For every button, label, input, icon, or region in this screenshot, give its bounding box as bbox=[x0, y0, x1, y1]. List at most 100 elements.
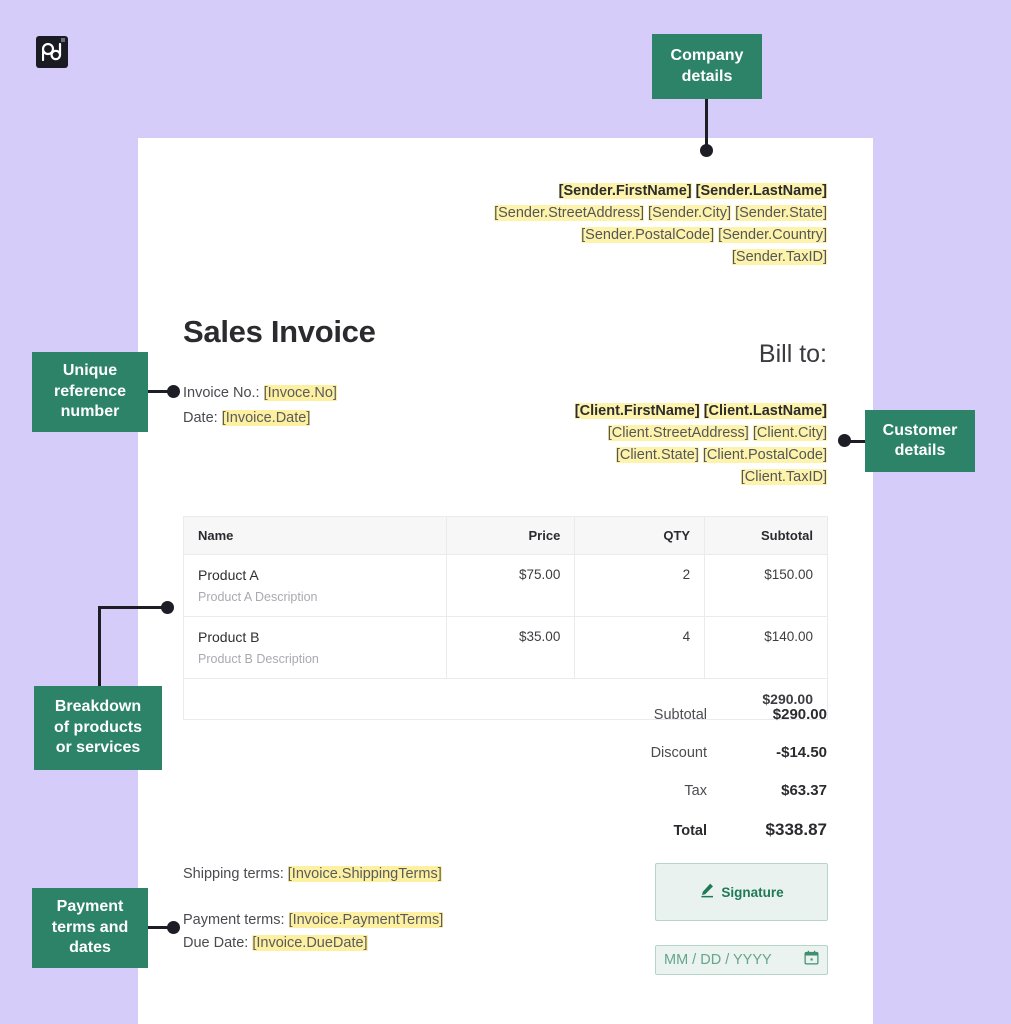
sender-taxid-line: [Sender.TaxID] bbox=[494, 246, 827, 268]
table-header-row: Name Price QTY Subtotal bbox=[183, 516, 828, 555]
sender-details-block: [Sender.FirstName] [Sender.LastName] [Se… bbox=[494, 180, 827, 268]
client-state: [Client.State] bbox=[615, 447, 699, 463]
callout-customer-line2: details bbox=[894, 442, 946, 459]
connector-dot-breakdown bbox=[161, 601, 174, 614]
invoice-annotated-page: [Sender.FirstName] [Sender.LastName] [Se… bbox=[0, 0, 1011, 1024]
callout-unique-reference-number: Unique reference number bbox=[32, 352, 148, 432]
footer-spacer-a bbox=[183, 678, 446, 720]
logo-tm-mark bbox=[61, 38, 65, 42]
cell-product-name: Product A Product A Description bbox=[183, 554, 447, 617]
client-postal-code: [Client.PostalCode] bbox=[702, 447, 827, 463]
pen-icon bbox=[699, 882, 715, 903]
cell-qty: 2 bbox=[574, 554, 706, 617]
cell-subtotal: $140.00 bbox=[704, 616, 828, 679]
payment-terms-block: Payment terms: [Invoice.PaymentTerms] Du… bbox=[183, 909, 444, 955]
sender-city: [Sender.City] bbox=[648, 205, 732, 221]
totals-value-total: $338.87 bbox=[765, 820, 827, 839]
client-tax-id: [Client.TaxID] bbox=[740, 469, 827, 485]
callout-payment-line1: Payment bbox=[56, 898, 124, 916]
callout-customer-details: Customer details bbox=[865, 410, 975, 472]
line-items-table: Name Price QTY Subtotal Product A Produc… bbox=[183, 516, 828, 720]
callout-payment-terms-and-dates: Payment terms and dates bbox=[32, 888, 148, 968]
invoice-meta-block: Invoice No.: [Invoce.No] Date: [Invoice.… bbox=[183, 381, 337, 431]
due-date-label: Due Date: bbox=[183, 934, 249, 951]
pandadoc-logo bbox=[36, 36, 68, 68]
product-name: Product A bbox=[198, 567, 259, 583]
due-date-value: [Invoice.DueDate] bbox=[252, 934, 368, 951]
sender-postal-code: [Sender.PostalCode] bbox=[581, 227, 715, 243]
totals-row-subtotal: Subtotal $290.00 bbox=[507, 706, 827, 723]
client-region-line: [Client.State] [Client.PostalCode] bbox=[575, 444, 827, 466]
date-placeholder: MM / DD / YYYY bbox=[664, 952, 772, 968]
due-date-row: Due Date: [Invoice.DueDate] bbox=[183, 932, 443, 955]
totals-row-tax: Tax $63.37 bbox=[507, 782, 827, 799]
client-address-line: [Client.StreetAddress] [Client.City] bbox=[575, 422, 827, 444]
totals-value-discount: -$14.50 bbox=[776, 744, 827, 761]
sender-tax-id: [Sender.TaxID] bbox=[731, 249, 827, 265]
client-city: [Client.City] bbox=[752, 425, 827, 441]
table-body: Product A Product A Description $75.00 2… bbox=[183, 554, 828, 720]
payment-terms-row: Payment terms: [Invoice.PaymentTerms] bbox=[183, 909, 444, 932]
callout-payment-line2: terms and bbox=[51, 918, 129, 936]
callout-unique-line1: Unique bbox=[62, 362, 118, 380]
page-title: Sales Invoice bbox=[183, 314, 376, 349]
payment-terms-value: [Invoice.PaymentTerms] bbox=[288, 912, 444, 928]
callout-company-line1: Company bbox=[670, 47, 744, 64]
cell-subtotal: $150.00 bbox=[704, 554, 828, 617]
totals-value-tax: $63.37 bbox=[781, 782, 827, 799]
calendar-icon bbox=[804, 950, 819, 970]
sender-state: [Sender.State] bbox=[735, 205, 827, 221]
invoice-date-value: [Invoice.Date] bbox=[221, 410, 311, 426]
totals-label-subtotal: Subtotal bbox=[653, 707, 707, 723]
totals-label-tax: Tax bbox=[684, 783, 707, 799]
table-row: Product A Product A Description $75.00 2… bbox=[183, 554, 828, 617]
invoice-date-label: Date: bbox=[183, 410, 218, 426]
column-header-qty: QTY bbox=[574, 516, 706, 555]
client-details-block: [Client.FirstName] [Client.LastName] [Cl… bbox=[574, 400, 827, 488]
callout-product-breakdown: Breakdown of products or services bbox=[34, 686, 162, 770]
cell-qty: 4 bbox=[574, 616, 706, 679]
shipping-terms-value: [Invoice.ShippingTerms] bbox=[287, 866, 442, 882]
callout-payment-line3: dates bbox=[69, 939, 111, 957]
callout-unique-line2: reference bbox=[53, 382, 127, 400]
table-row: Product B Product B Description $35.00 4… bbox=[183, 616, 828, 679]
totals-value-subtotal: $290.00 bbox=[772, 706, 827, 723]
sender-name-line: [Sender.FirstName] [Sender.LastName] bbox=[494, 180, 827, 202]
invoice-date-row: Date: [Invoice.Date] bbox=[183, 406, 337, 431]
product-description: Product A Description bbox=[198, 590, 318, 604]
totals-label-discount: Discount bbox=[650, 745, 707, 761]
signature-date-field[interactable]: MM / DD / YYYY bbox=[655, 945, 828, 975]
shipping-terms-row: Shipping terms: [Invoice.ShippingTerms] bbox=[183, 866, 442, 882]
client-taxid-line: [Client.TaxID] bbox=[575, 466, 827, 488]
column-header-price: Price bbox=[445, 516, 576, 555]
callout-breakdown-line2: of products bbox=[54, 718, 142, 736]
invoice-number-value: [Invoce.No] bbox=[263, 385, 337, 401]
column-header-subtotal: Subtotal bbox=[704, 516, 828, 555]
signature-field[interactable]: Signature bbox=[655, 863, 828, 921]
invoice-number-label: Invoice No.: bbox=[183, 385, 260, 401]
totals-row-total: Total $338.87 bbox=[507, 820, 827, 840]
cell-product-name: Product B Product B Description bbox=[183, 616, 447, 679]
callout-unique-line3: number bbox=[60, 403, 120, 421]
signature-label: Signature bbox=[721, 884, 784, 900]
connector-dot-company bbox=[700, 144, 713, 157]
product-description: Product B Description bbox=[198, 652, 319, 666]
callout-customer-line1: Customer bbox=[882, 421, 958, 439]
sender-country: [Sender.Country] bbox=[718, 227, 827, 243]
sender-last-name: [Sender.LastName] bbox=[695, 183, 827, 199]
sender-region-line: [Sender.PostalCode] [Sender.Country] bbox=[494, 224, 827, 246]
callout-company-line2: details bbox=[681, 67, 733, 85]
connector-dot-payment bbox=[167, 921, 180, 934]
callout-company-details: Company details bbox=[652, 34, 762, 99]
invoice-number-row: Invoice No.: [Invoce.No] bbox=[183, 381, 337, 406]
client-first-name: [Client.FirstName] bbox=[574, 403, 700, 419]
totals-block: Subtotal $290.00 Discount -$14.50 Tax $6… bbox=[507, 706, 827, 861]
sender-address-line: [Sender.StreetAddress] [Sender.City] [Se… bbox=[494, 202, 827, 224]
sender-first-name: [Sender.FirstName] bbox=[558, 183, 692, 199]
cell-price: $35.00 bbox=[445, 616, 576, 679]
invoice-document: [Sender.FirstName] [Sender.LastName] [Se… bbox=[138, 138, 873, 1024]
callout-breakdown-line1: Breakdown bbox=[54, 698, 142, 716]
client-name-line: [Client.FirstName] [Client.LastName] bbox=[574, 400, 827, 422]
column-header-name: Name bbox=[183, 516, 447, 555]
cell-price: $75.00 bbox=[445, 554, 576, 617]
